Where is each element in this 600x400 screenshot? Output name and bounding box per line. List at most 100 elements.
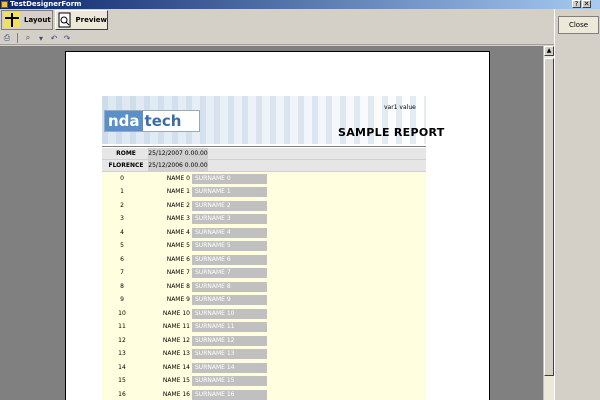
row-surname: SURNAME 2: [192, 201, 267, 211]
row-index: 15: [118, 377, 126, 384]
row-surname: SURNAME 9: [192, 295, 267, 305]
table-row: 7 NAME 7 SURNAME 7: [102, 267, 426, 279]
group-date: 25/12/2006 0.00.00: [148, 160, 208, 172]
row-index: 11: [118, 323, 126, 330]
row-index: 8: [120, 283, 124, 290]
tab-layout-label: Layout: [24, 16, 51, 24]
zoom-icon[interactable]: ⌕: [23, 33, 33, 43]
table-row: 9 NAME 9 SURNAME 9: [102, 294, 426, 306]
variable-value: var1 value: [384, 104, 416, 111]
ndatech-logo: nda tech: [104, 110, 200, 132]
row-surname: SURNAME 7: [192, 268, 267, 278]
row-name: NAME 14: [162, 364, 190, 371]
row-index: 6: [120, 256, 124, 263]
row-name: NAME 2: [166, 202, 190, 209]
zoom-dropdown-icon[interactable]: ▾: [36, 33, 46, 43]
row-name: NAME 3: [166, 215, 190, 222]
row-name: NAME 16: [162, 391, 190, 398]
scroll-up-icon[interactable]: ▲: [544, 46, 554, 56]
table-row: 11 NAME 11 SURNAME 11: [102, 321, 426, 333]
tab-preview[interactable]: Preview: [55, 10, 108, 30]
preview-area: nda tech var1 value SAMPLE REPORT ROME 2…: [0, 46, 543, 400]
group-row: FLORENCE 25/12/2006 0.00.00: [102, 160, 426, 172]
row-name: NAME 1: [166, 188, 190, 195]
row-name: NAME 4: [166, 229, 190, 236]
row-index: 14: [118, 364, 126, 371]
table-row: 5 NAME 5 SURNAME 5: [102, 240, 426, 252]
row-index: 7: [120, 269, 124, 276]
row-index: 5: [120, 242, 124, 249]
row-index: 0: [120, 175, 124, 182]
right-panel: Close: [554, 9, 600, 400]
group-date: 25/12/2007 0.00.00: [148, 148, 208, 160]
table-row: 15 NAME 15 SURNAME 15: [102, 375, 426, 387]
row-surname: SURNAME 8: [192, 282, 267, 292]
row-name: NAME 11: [162, 323, 190, 330]
row-index: 13: [118, 350, 126, 357]
row-surname: SURNAME 14: [192, 363, 267, 373]
row-name: NAME 12: [162, 337, 190, 344]
table-row: 14 NAME 14 SURNAME 14: [102, 362, 426, 374]
preview-toolbar: ⎙ ⌕ ▾ ↶ ↷: [0, 32, 554, 45]
row-surname: SURNAME 16: [192, 390, 267, 400]
row-surname: SURNAME 15: [192, 376, 267, 386]
table-row: 10 NAME 10 SURNAME 10: [102, 308, 426, 320]
window-close-button[interactable]: ✕: [582, 0, 591, 8]
row-surname: SURNAME 0: [192, 174, 267, 184]
print-icon[interactable]: ⎙: [2, 33, 12, 43]
tab-preview-label: Preview: [75, 16, 107, 24]
row-index: 2: [120, 202, 124, 209]
row-name: NAME 0: [166, 175, 190, 182]
row-name: NAME 9: [166, 296, 190, 303]
previous-page-icon[interactable]: ↶: [49, 33, 59, 43]
header-divider: [102, 146, 426, 147]
row-surname: SURNAME 10: [192, 309, 267, 319]
help-button[interactable]: ?: [572, 0, 581, 8]
row-surname: SURNAME 3: [192, 214, 267, 224]
row-surname: SURNAME 12: [192, 336, 267, 346]
table-row: 12 NAME 12 SURNAME 12: [102, 335, 426, 347]
logo-part-tech: tech: [144, 112, 182, 130]
row-name: NAME 13: [162, 350, 190, 357]
logo-part-nda: nda: [105, 111, 143, 131]
close-button[interactable]: Close: [558, 16, 599, 34]
next-page-icon[interactable]: ↷: [62, 33, 72, 43]
row-surname: SURNAME 6: [192, 255, 267, 265]
table-row: 6 NAME 6 SURNAME 6: [102, 254, 426, 266]
row-name: NAME 10: [162, 310, 190, 317]
group-row: ROME 25/12/2007 0.00.00: [102, 148, 426, 160]
layout-icon: [4, 12, 20, 28]
row-name: NAME 6: [166, 256, 190, 263]
table-row: 8 NAME 8 SURNAME 8: [102, 281, 426, 293]
row-surname: SURNAME 1: [192, 187, 267, 197]
table-row: 0 NAME 0 SURNAME 0: [102, 173, 426, 185]
table-row: 4 NAME 4 SURNAME 4: [102, 227, 426, 239]
row-index: 9: [120, 296, 124, 303]
row-name: NAME 8: [166, 283, 190, 290]
table-row: 16 NAME 16 SURNAME 16: [102, 389, 426, 400]
row-surname: SURNAME 13: [192, 349, 267, 359]
city-name: ROME: [116, 150, 136, 157]
toolbar-separator: [17, 33, 18, 43]
title-bar: TestDesignerForm ? ✕: [0, 0, 600, 9]
row-index: 10: [118, 310, 126, 317]
tab-layout[interactable]: Layout: [1, 10, 53, 30]
table-row: 3 NAME 3 SURNAME 3: [102, 213, 426, 225]
row-index: 4: [120, 229, 124, 236]
window-title: TestDesignerForm: [10, 0, 82, 8]
scroll-thumb[interactable]: [544, 58, 554, 376]
table-row: 1 NAME 1 SURNAME 1: [102, 186, 426, 198]
row-index: 16: [118, 391, 126, 398]
row-name: NAME 7: [166, 269, 190, 276]
report-page: nda tech var1 value SAMPLE REPORT ROME 2…: [65, 51, 490, 400]
vertical-scrollbar[interactable]: ▲: [543, 46, 554, 400]
row-surname: SURNAME 4: [192, 228, 267, 238]
row-name: NAME 5: [166, 242, 190, 249]
table-row: 13 NAME 13 SURNAME 13: [102, 348, 426, 360]
mode-tabs: Layout Preview: [0, 9, 554, 31]
row-index: 12: [118, 337, 126, 344]
row-surname: SURNAME 11: [192, 322, 267, 332]
city-name: FLORENCE: [108, 162, 144, 169]
row-index: 1: [120, 188, 124, 195]
report-title: SAMPLE REPORT: [338, 126, 445, 139]
